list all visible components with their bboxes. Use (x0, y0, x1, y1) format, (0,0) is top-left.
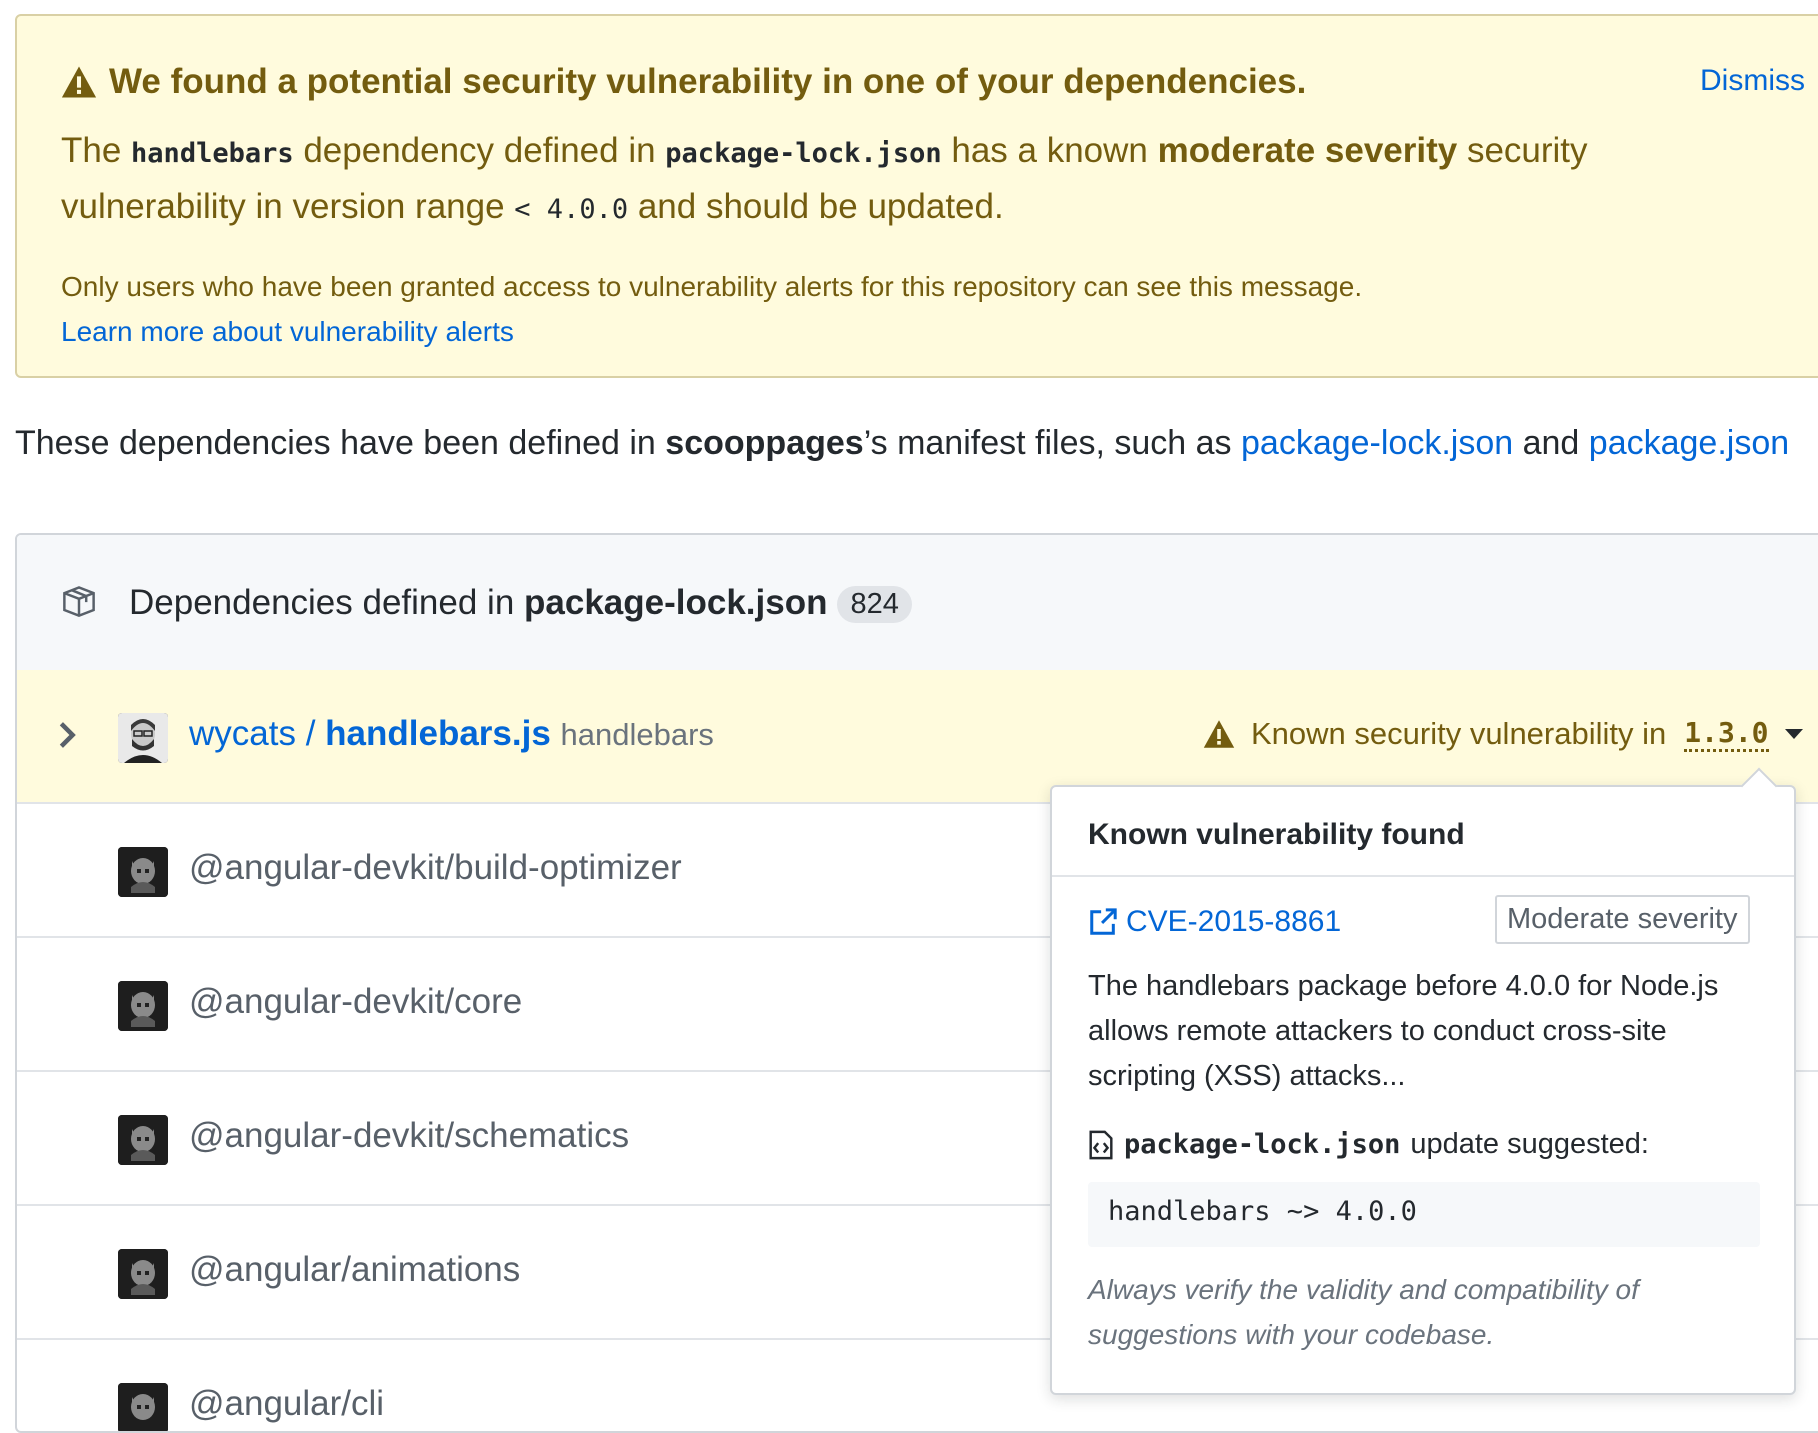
alert-title: We found a potential security vulnerabil… (61, 62, 1306, 102)
alert-body: The handlebars dependency defined in pac… (61, 124, 1621, 236)
avatar[interactable] (118, 1249, 168, 1299)
vulnerability-description: The handlebars package before 4.0.0 for … (1088, 970, 1719, 1092)
cve-link[interactable]: CVE-2015-8861 (1088, 905, 1341, 939)
manifest-text: ’s manifest files, such as (863, 424, 1241, 462)
dependency-count-badge: 824 (837, 586, 912, 624)
package-icon (63, 586, 95, 617)
header-file: package-lock.json (524, 583, 828, 622)
package-name-code: handlebars (131, 138, 294, 169)
dependency-name[interactable]: @angular-devkit/schematics (189, 1116, 629, 1156)
package-name: handlebars (560, 717, 714, 752)
name-separator: / (295, 714, 326, 753)
repo-name: scooppages (665, 424, 864, 462)
avatar[interactable] (118, 981, 168, 1031)
dependency-name: wycats / handlebars.js handlebars (189, 714, 714, 754)
dependency-header-title: Dependencies defined in package-lock.jso… (129, 583, 912, 624)
manifest-description: These dependencies have been defined in … (15, 424, 1789, 463)
avatar[interactable] (118, 1115, 168, 1165)
vulnerability-status: Known security vulnerability in 1.3.0 (1203, 716, 1803, 752)
alert-icon (1203, 720, 1235, 748)
security-alert-banner: We found a potential security vulnerabil… (15, 14, 1818, 378)
manifest-text: and (1513, 424, 1589, 462)
dependency-name[interactable]: @angular-devkit/build-optimizer (189, 848, 682, 888)
alert-body-text: The (61, 131, 132, 170)
owner-link[interactable]: wycats (189, 714, 296, 753)
dependency-name[interactable]: @angular/animations (189, 1250, 520, 1290)
suggest-text: update suggested: (1410, 1128, 1649, 1160)
link-external-icon (1090, 908, 1117, 935)
access-note-text: Only users who have been granted access … (61, 271, 1363, 302)
dependency-row-vulnerable: wycats / handlebars.js handlebars Known … (17, 670, 1818, 804)
dependency-name[interactable]: @angular/cli (189, 1384, 384, 1424)
vulnerability-popover: Known vulnerability found CVE-2015-8861 … (1050, 767, 1796, 1395)
triangle-down-icon[interactable] (1784, 729, 1803, 739)
dependency-list-header: Dependencies defined in package-lock.jso… (17, 535, 1818, 672)
popover-title: Known vulnerability found (1088, 818, 1465, 851)
suggested-version-code: handlebars ~> 4.0.0 (1088, 1182, 1760, 1247)
manifest-text: These dependencies have been defined in (15, 424, 666, 462)
learn-more-link[interactable]: Learn more about vulnerability alerts (61, 316, 514, 347)
verification-note: Always verify the validity and compatibi… (1088, 1274, 1639, 1350)
severity-text: moderate severity (1157, 131, 1458, 170)
alert-title-text: We found a potential security vulnerabil… (109, 62, 1307, 101)
dependency-name[interactable]: @angular-devkit/core (189, 982, 522, 1022)
package-json-link[interactable]: package.json (1589, 424, 1789, 462)
avatar[interactable] (118, 713, 168, 763)
version-range-code: < 4.0.0 (514, 194, 629, 225)
manifest-file-code: package-lock.json (665, 138, 942, 169)
popover-divider (1052, 875, 1794, 877)
file-code-icon (1089, 1130, 1113, 1159)
alert-icon (61, 66, 97, 98)
avatar[interactable] (118, 847, 168, 897)
cve-id[interactable]: CVE-2015-8861 (1126, 905, 1341, 939)
chevron-right-icon[interactable] (57, 720, 77, 750)
avatar[interactable] (118, 1383, 168, 1431)
suggest-file: package-lock.json (1124, 1129, 1401, 1160)
update-suggestion: package-lock.json update suggested: (1088, 1128, 1649, 1161)
vulnerability-status-text: Known security vulnerability in (1251, 716, 1667, 751)
package-lock-link[interactable]: package-lock.json (1241, 424, 1513, 462)
alert-body-text: dependency defined in (293, 131, 666, 170)
repo-link[interactable]: handlebars.js (325, 714, 551, 753)
vulnerable-version[interactable]: 1.3.0 (1684, 716, 1769, 752)
header-text: Dependencies defined in (129, 583, 525, 622)
severity-badge: Moderate severity (1495, 895, 1750, 944)
alert-note: Only users who have been granted access … (61, 264, 1362, 354)
alert-body-text: and should be updated. (628, 187, 1004, 226)
alert-body-text: has a known (941, 131, 1158, 170)
dismiss-button[interactable]: Dismiss (1700, 64, 1805, 98)
